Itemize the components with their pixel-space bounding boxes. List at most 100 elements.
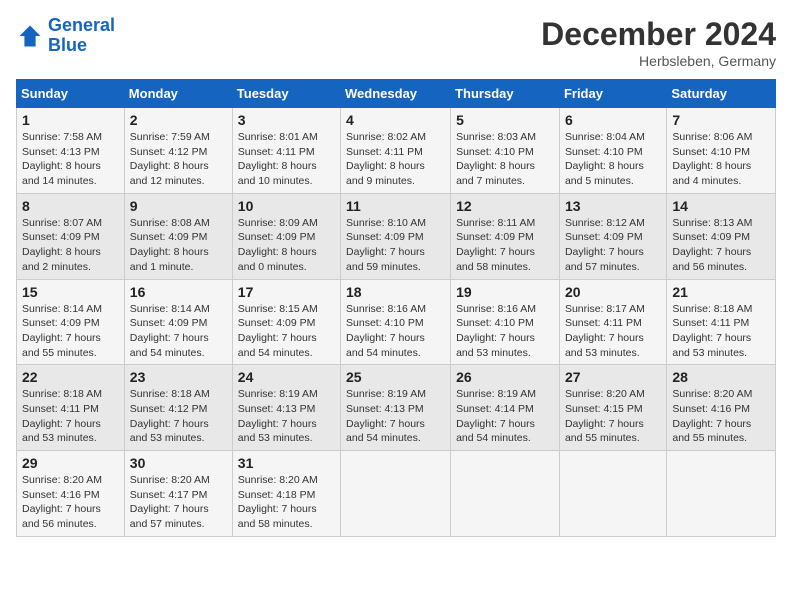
table-row: 10 Sunrise: 8:09 AM Sunset: 4:09 PM Dayli… <box>232 193 340 279</box>
day-info: Sunrise: 8:18 AM Sunset: 4:12 PM Dayligh… <box>130 387 227 446</box>
col-wednesday: Wednesday <box>341 80 451 108</box>
day-info: Sunrise: 8:14 AM Sunset: 4:09 PM Dayligh… <box>130 302 227 361</box>
day-info: Sunrise: 8:19 AM Sunset: 4:13 PM Dayligh… <box>238 387 335 446</box>
day-number: 28 <box>672 369 770 385</box>
table-row: 20 Sunrise: 8:17 AM Sunset: 4:11 PM Dayli… <box>559 279 666 365</box>
logo-text: General Blue <box>48 16 115 56</box>
day-number: 1 <box>22 112 119 128</box>
day-number: 29 <box>22 455 119 471</box>
table-row: 5 Sunrise: 8:03 AM Sunset: 4:10 PM Daylig… <box>451 108 560 194</box>
day-number: 15 <box>22 284 119 300</box>
table-row: 18 Sunrise: 8:16 AM Sunset: 4:10 PM Dayli… <box>341 279 451 365</box>
table-row: 6Sunrise: 8:04 AM Sunset: 4:10 PM Daylig… <box>559 108 666 194</box>
table-row <box>451 451 560 537</box>
day-info: Sunrise: 8:19 AM Sunset: 4:13 PM Dayligh… <box>346 387 445 446</box>
table-row: 19 Sunrise: 8:16 AM Sunset: 4:10 PM Dayli… <box>451 279 560 365</box>
day-number: 18 <box>346 284 445 300</box>
table-row: 28 Sunrise: 8:20 AM Sunset: 4:16 PM Dayli… <box>667 365 776 451</box>
day-number: 26 <box>456 369 554 385</box>
table-row: 24 Sunrise: 8:19 AM Sunset: 4:13 PM Dayli… <box>232 365 340 451</box>
table-row: 13 Sunrise: 8:12 AM Sunset: 4:09 PM Dayli… <box>559 193 666 279</box>
day-info: Sunrise: 7:58 AM Sunset: 4:13 PM Dayligh… <box>22 130 119 189</box>
table-row <box>667 451 776 537</box>
table-row: 31 Sunrise: 8:20 AM Sunset: 4:18 PM Dayli… <box>232 451 340 537</box>
day-info: Sunrise: 8:16 AM Sunset: 4:10 PM Dayligh… <box>456 302 554 361</box>
day-number: 30 <box>130 455 227 471</box>
table-row: 26Sunrise: 8:19 AM Sunset: 4:14 PM Dayli… <box>451 365 560 451</box>
day-number: 11 <box>346 198 445 214</box>
table-row: 25Sunrise: 8:19 AM Sunset: 4:13 PM Dayli… <box>341 365 451 451</box>
day-number: 9 <box>130 198 227 214</box>
col-saturday: Saturday <box>667 80 776 108</box>
calendar-row-5: 29Sunrise: 8:20 AM Sunset: 4:16 PM Dayli… <box>17 451 776 537</box>
day-number: 27 <box>565 369 661 385</box>
col-monday: Monday <box>124 80 232 108</box>
logo-general: General <box>48 15 115 35</box>
title-area: December 2024 Herbsleben, Germany <box>541 16 776 69</box>
table-row: 16 Sunrise: 8:14 AM Sunset: 4:09 PM Dayli… <box>124 279 232 365</box>
day-info: Sunrise: 8:10 AM Sunset: 4:09 PM Dayligh… <box>346 216 445 275</box>
calendar-row-2: 8Sunrise: 8:07 AM Sunset: 4:09 PM Daylig… <box>17 193 776 279</box>
table-row: 7 Sunrise: 8:06 AM Sunset: 4:10 PM Daylig… <box>667 108 776 194</box>
day-number: 17 <box>238 284 335 300</box>
day-info: Sunrise: 8:03 AM Sunset: 4:10 PM Dayligh… <box>456 130 554 189</box>
day-info: Sunrise: 8:12 AM Sunset: 4:09 PM Dayligh… <box>565 216 661 275</box>
calendar-row-1: 1 Sunrise: 7:58 AM Sunset: 4:13 PM Daylig… <box>17 108 776 194</box>
table-row: 17 Sunrise: 8:15 AM Sunset: 4:09 PM Dayli… <box>232 279 340 365</box>
day-info: Sunrise: 8:02 AM Sunset: 4:11 PM Dayligh… <box>346 130 445 189</box>
day-number: 3 <box>238 112 335 128</box>
day-number: 20 <box>565 284 661 300</box>
logo-blue: Blue <box>48 35 87 55</box>
table-row: 9 Sunrise: 8:08 AM Sunset: 4:09 PM Daylig… <box>124 193 232 279</box>
calendar-body: 1 Sunrise: 7:58 AM Sunset: 4:13 PM Daylig… <box>17 108 776 537</box>
location-title: Herbsleben, Germany <box>541 53 776 69</box>
day-number: 24 <box>238 369 335 385</box>
day-number: 5 <box>456 112 554 128</box>
day-info: Sunrise: 8:18 AM Sunset: 4:11 PM Dayligh… <box>22 387 119 446</box>
day-number: 19 <box>456 284 554 300</box>
table-row: 1 Sunrise: 7:58 AM Sunset: 4:13 PM Daylig… <box>17 108 125 194</box>
day-info: Sunrise: 8:01 AM Sunset: 4:11 PM Dayligh… <box>238 130 335 189</box>
table-row: 12Sunrise: 8:11 AM Sunset: 4:09 PM Dayli… <box>451 193 560 279</box>
day-info: Sunrise: 8:16 AM Sunset: 4:10 PM Dayligh… <box>346 302 445 361</box>
day-number: 31 <box>238 455 335 471</box>
table-row: 15Sunrise: 8:14 AM Sunset: 4:09 PM Dayli… <box>17 279 125 365</box>
table-row: 23Sunrise: 8:18 AM Sunset: 4:12 PM Dayli… <box>124 365 232 451</box>
logo: General Blue <box>16 16 115 56</box>
day-info: Sunrise: 8:09 AM Sunset: 4:09 PM Dayligh… <box>238 216 335 275</box>
day-info: Sunrise: 8:18 AM Sunset: 4:11 PM Dayligh… <box>672 302 770 361</box>
day-number: 7 <box>672 112 770 128</box>
day-info: Sunrise: 8:07 AM Sunset: 4:09 PM Dayligh… <box>22 216 119 275</box>
day-number: 10 <box>238 198 335 214</box>
day-info: Sunrise: 8:20 AM Sunset: 4:16 PM Dayligh… <box>672 387 770 446</box>
table-row: 21Sunrise: 8:18 AM Sunset: 4:11 PM Dayli… <box>667 279 776 365</box>
table-row: 30 Sunrise: 8:20 AM Sunset: 4:17 PM Dayli… <box>124 451 232 537</box>
day-info: Sunrise: 8:06 AM Sunset: 4:10 PM Dayligh… <box>672 130 770 189</box>
header: General Blue December 2024 Herbsleben, G… <box>16 16 776 69</box>
day-number: 2 <box>130 112 227 128</box>
day-info: Sunrise: 8:15 AM Sunset: 4:09 PM Dayligh… <box>238 302 335 361</box>
calendar-row-4: 22Sunrise: 8:18 AM Sunset: 4:11 PM Dayli… <box>17 365 776 451</box>
table-row: 4 Sunrise: 8:02 AM Sunset: 4:11 PM Daylig… <box>341 108 451 194</box>
day-number: 6 <box>565 112 661 128</box>
day-info: Sunrise: 8:20 AM Sunset: 4:15 PM Dayligh… <box>565 387 661 446</box>
day-info: Sunrise: 8:11 AM Sunset: 4:09 PM Dayligh… <box>456 216 554 275</box>
col-tuesday: Tuesday <box>232 80 340 108</box>
table-row: 2Sunrise: 7:59 AM Sunset: 4:12 PM Daylig… <box>124 108 232 194</box>
table-row: 14Sunrise: 8:13 AM Sunset: 4:09 PM Dayli… <box>667 193 776 279</box>
day-info: Sunrise: 8:08 AM Sunset: 4:09 PM Dayligh… <box>130 216 227 275</box>
day-info: Sunrise: 8:20 AM Sunset: 4:17 PM Dayligh… <box>130 473 227 532</box>
day-number: 16 <box>130 284 227 300</box>
table-row: 11 Sunrise: 8:10 AM Sunset: 4:09 PM Dayli… <box>341 193 451 279</box>
day-info: Sunrise: 8:20 AM Sunset: 4:18 PM Dayligh… <box>238 473 335 532</box>
table-row <box>341 451 451 537</box>
day-number: 4 <box>346 112 445 128</box>
col-sunday: Sunday <box>17 80 125 108</box>
calendar-header-row: Sunday Monday Tuesday Wednesday Thursday… <box>17 80 776 108</box>
calendar-row-3: 15 Sunrise: 8:14 AM Sunset: 4:09 PM Dayli… <box>17 279 776 365</box>
table-row: 27 Sunrise: 8:20 AM Sunset: 4:15 PM Dayli… <box>559 365 666 451</box>
day-info: Sunrise: 8:17 AM Sunset: 4:11 PM Dayligh… <box>565 302 661 361</box>
day-number: 13 <box>565 198 661 214</box>
logo-icon <box>16 22 44 50</box>
table-row: 29Sunrise: 8:20 AM Sunset: 4:16 PM Dayli… <box>17 451 125 537</box>
